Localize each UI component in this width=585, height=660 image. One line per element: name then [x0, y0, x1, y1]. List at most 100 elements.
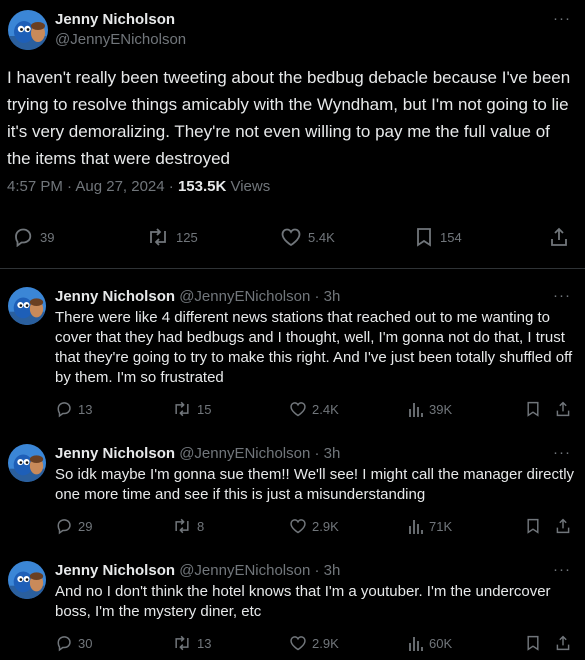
bookmark-icon [527, 635, 539, 651]
avatar[interactable] [8, 444, 46, 482]
author-handle-time[interactable]: @JennyENicholson · 3h [179, 288, 340, 305]
tweet-actions: 39 125 5.4K 154 [0, 224, 585, 250]
like-icon [290, 402, 306, 417]
share-button[interactable] [555, 634, 571, 652]
avatar[interactable] [8, 10, 48, 50]
timestamp[interactable]: 4:57 PM · Aug 27, 2024 · [7, 178, 178, 195]
reply-icon [57, 636, 71, 652]
reply-text: There were like 4 different news station… [55, 309, 573, 386]
views-label: Views [226, 178, 271, 195]
repost-icon [150, 228, 166, 246]
like-count: 2.4K [312, 401, 339, 417]
bookmark-icon [527, 401, 539, 417]
reply-text: And no I don't think the hotel knows tha… [55, 583, 551, 620]
reply-header: Jenny Nicholson @JennyENicholson · 3h [55, 288, 340, 305]
reply-actions: 30 13 2.9K 60K [0, 634, 585, 654]
more-options-icon[interactable]: ··· [553, 10, 571, 27]
repost-icon [175, 635, 189, 651]
views-button[interactable]: 60K [408, 634, 452, 652]
repost-button[interactable]: 8 [172, 517, 204, 535]
reply-tweet[interactable]: Jenny Nicholson @JennyENicholson · 3h ··… [0, 436, 585, 546]
more-options-icon[interactable]: ··· [553, 444, 571, 461]
views-count: 71K [429, 518, 453, 534]
like-count: 2.9K [312, 518, 339, 534]
avatar-image [8, 561, 46, 599]
share-button[interactable] [555, 517, 571, 535]
reply-text: So idk maybe I'm gonna sue them!! We'll … [55, 466, 575, 503]
views-count: 60K [429, 635, 453, 651]
reply-header: Jenny Nicholson @JennyENicholson · 3h [55, 562, 340, 579]
repost-button[interactable]: 15 [172, 400, 211, 418]
author-name[interactable]: Jenny Nicholson [55, 562, 175, 579]
repost-count: 8 [197, 518, 205, 534]
author-handle[interactable]: @JennyENicholson [55, 31, 186, 48]
reply-count: 39 [40, 229, 55, 245]
repost-count: 125 [176, 229, 198, 245]
tweet-text: I haven't really been tweeting about the… [7, 68, 571, 168]
reply-actions: 29 8 2.9K 71K [0, 517, 585, 537]
like-count: 5.4K [308, 229, 335, 245]
author-handle-time[interactable]: @JennyENicholson · 3h [179, 562, 340, 579]
avatar[interactable] [8, 561, 46, 599]
reply-icon [57, 402, 71, 418]
reply-icon [15, 228, 32, 247]
reply-count: 30 [78, 635, 93, 651]
tweet-meta: 4:57 PM · Aug 27, 2024 · 153.5K Views [7, 178, 270, 195]
like-icon [290, 519, 306, 534]
share-button[interactable] [549, 227, 569, 247]
like-button[interactable]: 2.9K [289, 517, 339, 535]
views-count[interactable]: 153.5K [178, 178, 226, 195]
avatar-image [8, 10, 48, 50]
main-tweet: Jenny Nicholson @JennyENicholson ··· I h… [0, 0, 585, 269]
author-handle-time[interactable]: @JennyENicholson · 3h [179, 445, 340, 462]
views-icon [409, 403, 423, 417]
reply-header: Jenny Nicholson @JennyENicholson · 3h [55, 445, 340, 462]
bookmark-button[interactable] [525, 400, 541, 418]
reply-tweet[interactable]: Jenny Nicholson @JennyENicholson · 3h ··… [0, 553, 585, 660]
bookmark-button[interactable] [525, 634, 541, 652]
reply-count: 13 [78, 401, 93, 417]
views-count: 39K [429, 401, 453, 417]
reply-actions: 13 15 2.4K 39K [0, 400, 585, 420]
repost-count: 15 [197, 401, 212, 417]
like-icon [281, 228, 301, 247]
like-button[interactable]: 5.4K [280, 227, 335, 247]
like-button[interactable]: 2.4K [289, 400, 339, 418]
share-icon [556, 518, 570, 534]
author-name[interactable]: Jenny Nicholson [55, 445, 175, 462]
more-options-icon[interactable]: ··· [553, 287, 571, 304]
avatar-image [8, 444, 46, 482]
author-name[interactable]: Jenny Nicholson [55, 288, 175, 305]
repost-button[interactable]: 13 [172, 634, 211, 652]
reply-count: 29 [78, 518, 93, 534]
reply-button[interactable]: 29 [55, 517, 92, 535]
views-button[interactable]: 71K [408, 517, 452, 535]
repost-icon [175, 518, 189, 534]
reply-tweet[interactable]: Jenny Nicholson @JennyENicholson · 3h ··… [0, 279, 585, 429]
share-icon [556, 635, 570, 651]
views-icon [409, 637, 423, 651]
views-button[interactable]: 39K [408, 400, 452, 418]
share-button[interactable] [555, 400, 571, 418]
bookmark-icon [417, 228, 431, 247]
repost-count: 13 [197, 635, 212, 651]
avatar[interactable] [8, 287, 46, 325]
reply-button[interactable]: 13 [55, 400, 92, 418]
share-icon [556, 401, 570, 417]
share-icon [551, 227, 567, 246]
avatar-image [8, 287, 46, 325]
more-options-icon[interactable]: ··· [553, 561, 571, 578]
like-button[interactable]: 2.9K [289, 634, 339, 652]
like-icon [290, 636, 306, 651]
bookmark-button[interactable] [525, 517, 541, 535]
bookmark-count: 154 [440, 229, 462, 245]
views-icon [409, 520, 423, 534]
like-count: 2.9K [312, 635, 339, 651]
reply-button[interactable]: 39 [12, 227, 54, 247]
repost-icon [175, 401, 189, 417]
repost-button[interactable]: 125 [146, 227, 198, 247]
author-name[interactable]: Jenny Nicholson [55, 11, 175, 28]
reply-icon [57, 519, 71, 535]
reply-button[interactable]: 30 [55, 634, 92, 652]
bookmark-button[interactable]: 154 [414, 227, 462, 247]
